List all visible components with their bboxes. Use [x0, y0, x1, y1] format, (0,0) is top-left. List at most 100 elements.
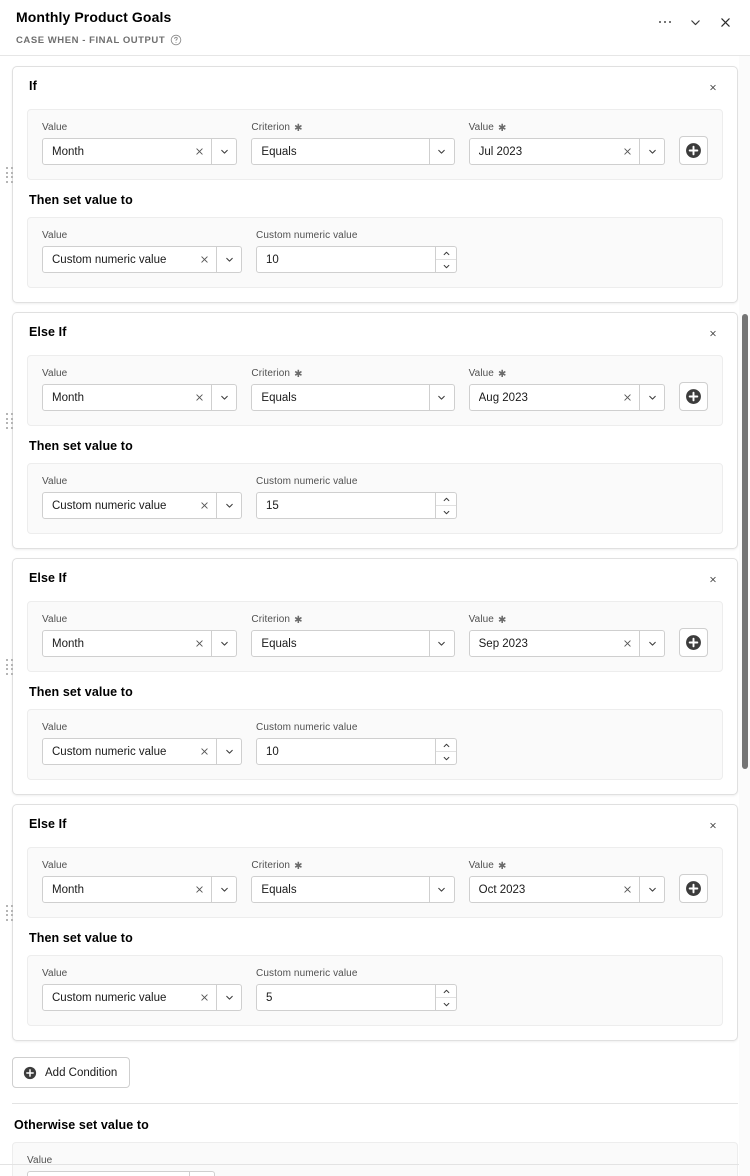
close-icon[interactable]	[712, 9, 738, 35]
criteria-criterion-combobox[interactable]: Equals	[251, 876, 455, 903]
add-condition-button[interactable]: Add Condition	[12, 1057, 131, 1088]
criteria-compare-value-combobox[interactable]: Jul 2023	[468, 138, 665, 165]
drag-handle-icon[interactable]	[6, 659, 16, 676]
criteria-value-combobox[interactable]: Month	[42, 876, 238, 903]
clear-icon[interactable]	[619, 631, 635, 656]
clear-icon[interactable]	[619, 139, 635, 164]
clear-icon[interactable]	[191, 385, 207, 410]
chevron-down-icon[interactable]	[682, 9, 708, 35]
chevron-down-icon[interactable]	[640, 630, 665, 657]
criteria-value-combobox[interactable]: Month	[42, 384, 238, 411]
chevron-down-icon[interactable]	[436, 998, 456, 1010]
criteria-criterion-input[interactable]: Equals	[251, 876, 430, 903]
chevron-down-icon[interactable]	[190, 1171, 215, 1176]
drag-handle-icon[interactable]	[6, 167, 16, 184]
result-value-input[interactable]: Custom numeric value	[42, 984, 217, 1011]
result-numeric-input[interactable]: 10	[256, 246, 436, 273]
chevron-down-icon[interactable]	[640, 876, 665, 903]
clear-icon[interactable]	[169, 1172, 185, 1176]
clear-icon[interactable]	[619, 877, 635, 902]
criteria-value-input[interactable]: Month	[42, 384, 213, 411]
result-numeric-stepper[interactable]: 15	[256, 492, 457, 519]
criteria-value-combobox[interactable]: Month	[42, 138, 238, 165]
chevron-down-icon[interactable]	[436, 752, 456, 764]
chevron-down-icon[interactable]	[217, 246, 242, 273]
criteria-compare-value-combobox[interactable]: Aug 2023	[468, 384, 665, 411]
chevron-down-icon[interactable]	[429, 630, 455, 657]
criteria-compare-value-input[interactable]: Sep 2023	[468, 630, 640, 657]
chevron-down-icon[interactable]	[429, 876, 455, 903]
clear-icon[interactable]	[191, 631, 207, 656]
result-value-input[interactable]: Custom numeric value	[42, 738, 217, 765]
criteria-value-input[interactable]: Month	[42, 138, 213, 165]
result-numeric-stepper[interactable]: 10	[256, 246, 457, 273]
otherwise-value-input[interactable]: No value	[27, 1171, 190, 1176]
criteria-criterion-input[interactable]: Equals	[251, 384, 430, 411]
clear-icon[interactable]	[619, 385, 635, 410]
vertical-scrollbar[interactable]	[739, 56, 750, 1176]
result-value-input[interactable]: Custom numeric value	[42, 492, 217, 519]
chevron-down-icon[interactable]	[217, 738, 242, 765]
criteria-compare-value-input[interactable]: Jul 2023	[468, 138, 640, 165]
result-numeric-stepper[interactable]: 5	[256, 984, 457, 1011]
criteria-compare-value-input[interactable]: Aug 2023	[468, 384, 640, 411]
add-criterion-button[interactable]	[679, 628, 708, 657]
criteria-compare-value-combobox[interactable]: Sep 2023	[468, 630, 665, 657]
criteria-criterion-combobox[interactable]: Equals	[251, 630, 455, 657]
chevron-up-icon[interactable]	[436, 493, 456, 506]
chevron-up-icon[interactable]	[436, 985, 456, 998]
criteria-value-combobox[interactable]: Month	[42, 630, 238, 657]
result-value-input[interactable]: Custom numeric value	[42, 246, 217, 273]
chevron-down-icon[interactable]	[640, 384, 665, 411]
drag-handle-icon[interactable]	[6, 905, 16, 922]
criteria-criterion-input[interactable]: Equals	[251, 138, 430, 165]
criteria-compare-value-input[interactable]: Oct 2023	[468, 876, 640, 903]
criteria-criterion-input[interactable]: Equals	[251, 630, 430, 657]
result-numeric-input[interactable]: 15	[256, 492, 436, 519]
add-criterion-button[interactable]	[679, 874, 708, 903]
chevron-up-icon[interactable]	[436, 739, 456, 752]
remove-condition-button[interactable]	[703, 569, 723, 589]
conditions-scroll-area[interactable]: If Value Month Criterion ✱ Equals Value ✱ Jul 20…	[0, 56, 750, 1176]
clear-icon[interactable]	[196, 739, 212, 764]
clear-icon[interactable]	[191, 139, 207, 164]
chevron-up-icon[interactable]	[436, 247, 456, 260]
result-value-combobox[interactable]: Custom numeric value	[42, 246, 242, 273]
chevron-down-icon[interactable]	[212, 630, 238, 657]
chevron-down-icon[interactable]	[217, 984, 242, 1011]
result-numeric-input[interactable]: 5	[256, 984, 436, 1011]
clear-icon[interactable]	[196, 247, 212, 272]
clear-icon[interactable]	[191, 877, 207, 902]
chevron-down-icon[interactable]	[429, 138, 455, 165]
criteria-value-input[interactable]: Month	[42, 630, 213, 657]
otherwise-value-combobox[interactable]: No value	[27, 1171, 215, 1176]
chevron-down-icon[interactable]	[640, 138, 665, 165]
criteria-value-input[interactable]: Month	[42, 876, 213, 903]
ellipsis-icon[interactable]	[652, 9, 678, 35]
criteria-compare-value-combobox[interactable]: Oct 2023	[468, 876, 665, 903]
result-numeric-input[interactable]: 10	[256, 738, 436, 765]
scrollbar-thumb[interactable]	[742, 314, 748, 769]
drag-handle-icon[interactable]	[6, 413, 16, 430]
criteria-criterion-combobox[interactable]: Equals	[251, 384, 455, 411]
chevron-down-icon[interactable]	[436, 260, 456, 272]
remove-condition-button[interactable]	[703, 323, 723, 343]
clear-icon[interactable]	[196, 493, 212, 518]
chevron-down-icon[interactable]	[217, 492, 242, 519]
add-criterion-button[interactable]	[679, 136, 708, 165]
chevron-down-icon[interactable]	[212, 384, 238, 411]
result-value-combobox[interactable]: Custom numeric value	[42, 492, 242, 519]
criteria-criterion-combobox[interactable]: Equals	[251, 138, 455, 165]
result-numeric-stepper[interactable]: 10	[256, 738, 457, 765]
question-circle-icon[interactable]	[170, 34, 182, 46]
result-value-combobox[interactable]: Custom numeric value	[42, 738, 242, 765]
chevron-down-icon[interactable]	[212, 138, 238, 165]
add-criterion-button[interactable]	[679, 382, 708, 411]
chevron-down-icon[interactable]	[212, 876, 238, 903]
clear-icon[interactable]	[196, 985, 212, 1010]
remove-condition-button[interactable]	[703, 77, 723, 97]
result-value-combobox[interactable]: Custom numeric value	[42, 984, 242, 1011]
chevron-down-icon[interactable]	[429, 384, 455, 411]
chevron-down-icon[interactable]	[436, 506, 456, 518]
remove-condition-button[interactable]	[703, 815, 723, 835]
